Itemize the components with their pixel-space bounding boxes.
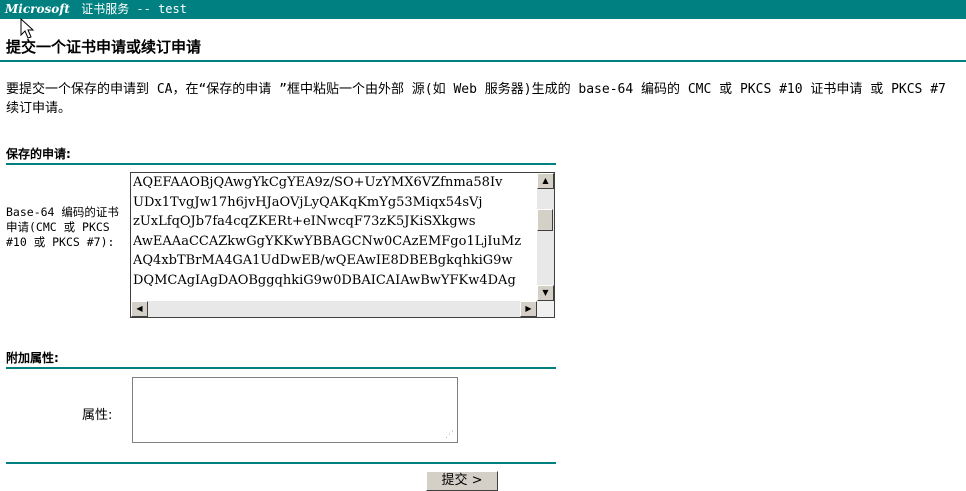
app-banner: Microsoft 证书服务 -- test [0, 0, 966, 19]
page-title: 提交一个证书申请或续订申请 [6, 38, 202, 56]
saved-request-text[interactable]: AQEFAAOBjQAwgYkCgYEA9z/SO+UzYMX6VZfnma58… [133, 173, 537, 301]
resize-grip-icon[interactable] [537, 301, 554, 317]
saved-request-textarea[interactable]: AQEFAAOBjQAwgYkCgYEA9z/SO+UzYMX6VZfnma58… [130, 172, 555, 318]
saved-request-label: Base-64 编码的证书申请(CMC 或 PKCS #10 或 PKCS #7… [6, 205, 119, 249]
app-title: 证书服务 -- test [81, 2, 187, 16]
resize-grip-icon[interactable]: ⋰ [445, 430, 455, 440]
attributes-divider [6, 367, 556, 369]
saved-request-divider [6, 163, 556, 165]
attributes-textarea[interactable]: ⋰ [132, 377, 458, 443]
request-line: AQ4xbTBrMA4GA1UdDwEB/wQEAwIE8DBEBgkqhkiG… [133, 253, 513, 268]
request-line: AQEFAAOBjQAwgYkCgYEA9z/SO+UzYMX6VZfnma58… [133, 175, 503, 190]
scroll-right-icon[interactable]: ▶ [520, 301, 537, 317]
form-bottom-divider [6, 462, 556, 464]
attributes-label: 属性: [82, 408, 113, 423]
scroll-left-icon[interactable]: ◀ [131, 301, 148, 317]
request-line: DQMCAgIAgDAOBggqhkiG9w0DBAICAIAwBwYFKw4D… [133, 272, 516, 288]
request-line: AwEAAaCCAZkwGgYKKwYBBAGCNw0CAzEMFgo1LjIu… [133, 233, 522, 249]
intro-text: 要提交一个保存的申请到 CA，在“保存的申请 ”框中粘贴一个由外部 源(如 We… [6, 82, 946, 116]
request-line: zUxLfqOJb7fa4cqZKERt+eINwcqF73zK5JKiSXkg… [133, 214, 476, 229]
vertical-scroll-thumb[interactable] [537, 209, 553, 231]
submit-button[interactable]: 提交 > [426, 471, 498, 491]
request-line: UDx1TvgJw17h6jvHJaOVjLyQAKqKmYg53Miqx54s… [133, 194, 483, 210]
saved-request-heading: 保存的申请: [6, 147, 71, 161]
mouse-pointer-icon [20, 18, 35, 39]
horizontal-scrollbar[interactable]: ◀ ▶ [131, 301, 537, 317]
vertical-scrollbar[interactable]: ▲ ▼ [537, 173, 554, 301]
title-divider [0, 60, 966, 62]
scroll-up-icon[interactable]: ▲ [537, 173, 554, 189]
attributes-heading: 附加属性: [6, 351, 59, 365]
scroll-down-icon[interactable]: ▼ [537, 285, 554, 301]
brand-logo: Microsoft [5, 2, 70, 16]
